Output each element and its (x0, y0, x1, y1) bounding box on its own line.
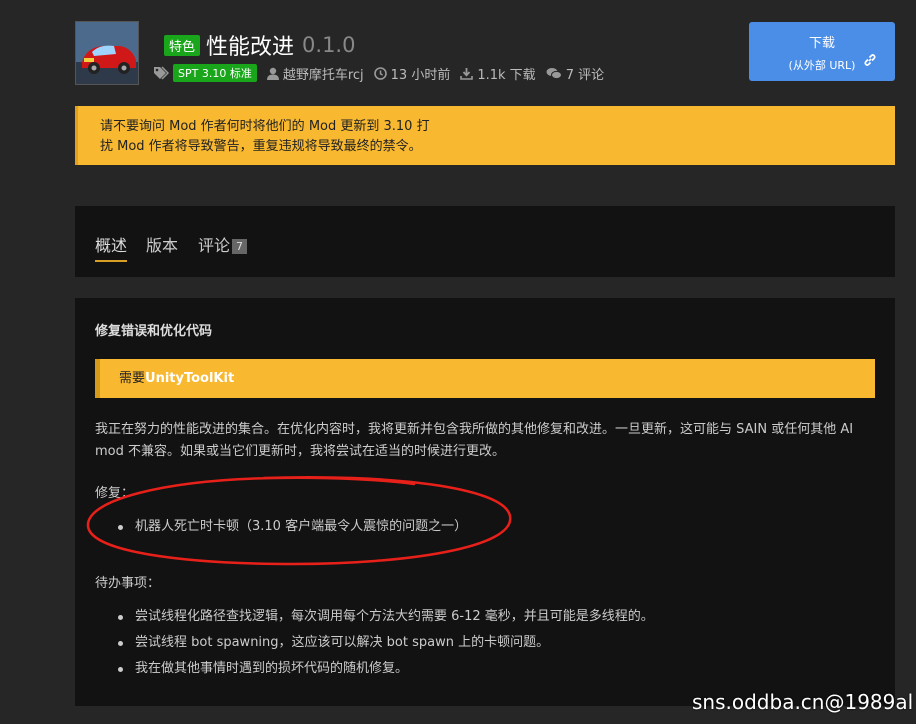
updated-text: 13 小时前 (390, 67, 451, 83)
author-name[interactable]: 越野摩托车rcj (283, 64, 364, 83)
title-row: 特色 性能改进 0.1.0 (164, 30, 355, 60)
section-heading: 修复错误和优化代码 (95, 324, 213, 339)
tab-comments-label: 评论 (198, 236, 231, 255)
download-count-text: 1.1k 下载 (477, 67, 536, 83)
todo-label: 待办事项： (95, 576, 161, 591)
user-icon (266, 67, 279, 80)
tab-overview[interactable]: 概述 (95, 232, 128, 262)
tabs-panel: 概述 版本 评论 7 (75, 206, 895, 277)
download-button-label: 下载 (808, 36, 835, 51)
requirement-callout: 需要UnityToolKit (95, 359, 875, 398)
clock-icon (373, 66, 387, 80)
todo-list: 尝试线程化路径查找逻辑，每次调用每个方法大约需要 6-12 毫秒，并且可能是多线… (115, 604, 654, 682)
updated-time: 13 小时前 (373, 64, 451, 83)
overview-content: 修复错误和优化代码 需要UnityToolKit 我正在努力的性能改进的集合。在… (75, 298, 895, 706)
list-item: 尝试线程化路径查找逻辑，每次调用每个方法大约需要 6-12 毫秒，并且可能是多线… (115, 604, 654, 630)
tab-comments[interactable]: 评论 7 (198, 232, 248, 256)
mod-version: 0.1.0 (302, 33, 356, 57)
comment-count[interactable]: 7 评论 (546, 64, 604, 83)
requirement-link[interactable]: UnityToolKit (145, 371, 234, 386)
download-icon (460, 67, 474, 80)
tab-versions[interactable]: 版本 (146, 232, 178, 256)
warning-line-2: 扰 Mod 作者将导致警告，重复违规将导致最终的禁令。 (100, 139, 422, 154)
tags-icon (154, 66, 169, 80)
fixes-list: 机器人死亡时卡顿（3.10 客户端最令人震惊的问题之一） (115, 514, 467, 540)
warning-banner: 请不要询问 Mod 作者何时将他们的 Mod 更新到 3.10 打 扰 Mod … (75, 106, 895, 165)
mod-thumbnail[interactable] (75, 21, 139, 85)
download-count: 1.1k 下载 (460, 64, 536, 83)
comments-icon (546, 67, 562, 79)
fixes-label: 修复： (95, 486, 135, 501)
list-item: 尝试线程 bot spawning，这应该可以解决 bot spawn 上的卡顿… (115, 630, 654, 656)
car-image-icon (76, 22, 138, 84)
list-item: 我在做其他事情时遇到的损坏代码的随机修复。 (115, 656, 654, 682)
comments-count-badge: 7 (232, 239, 248, 254)
warning-line-1: 请不要询问 Mod 作者何时将他们的 Mod 更新到 3.10 打 (100, 119, 430, 134)
link-icon (864, 54, 876, 66)
requirement-prefix: 需要 (119, 371, 146, 386)
watermark: sns.oddba.cn@1989al (692, 690, 914, 714)
mod-meta: SPT 3.10 标准 越野摩托车rcj 13 小时前 1.1k 下载 7 评论 (153, 63, 614, 83)
mod-title: 性能改进 (206, 35, 295, 60)
intro-paragraph: 我正在努力的性能改进的集合。在优化内容时，我将更新并包含我所做的其他修复和改进。… (95, 422, 854, 459)
spt-version: SPT 3.10 标准 (153, 64, 257, 82)
spt-badge[interactable]: SPT 3.10 标准 (173, 64, 257, 82)
comment-count-text[interactable]: 7 评论 (566, 64, 604, 83)
featured-badge: 特色 (164, 34, 201, 56)
list-item: 机器人死亡时卡顿（3.10 客户端最令人震惊的问题之一） (115, 514, 467, 540)
download-button[interactable]: 下载 (从外部 URL) (749, 22, 895, 81)
author[interactable]: 越野摩托车rcj (266, 64, 364, 83)
